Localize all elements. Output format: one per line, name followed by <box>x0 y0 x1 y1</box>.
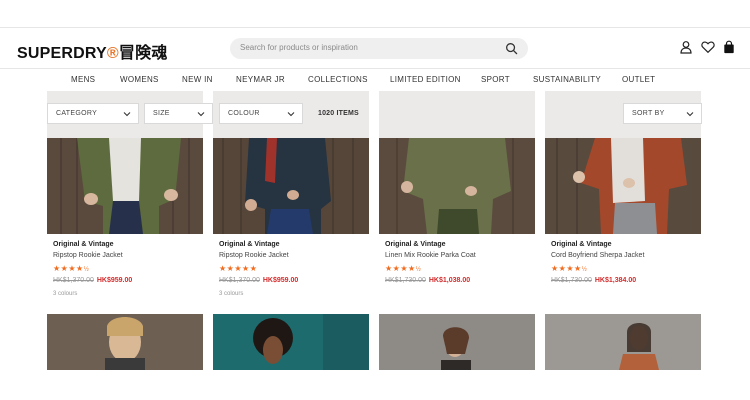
colour-count: 3 colours <box>53 291 78 297</box>
wishlist-heart-icon[interactable] <box>701 40 715 54</box>
chevron-down-icon <box>287 112 295 117</box>
nav-item-outlet[interactable]: OUTLET <box>622 75 655 84</box>
sort-by-dropdown[interactable]: SORT BY <box>623 103 702 124</box>
size-filter-dropdown[interactable]: SIZE <box>144 103 213 124</box>
product-image[interactable] <box>545 314 701 370</box>
site-header: SUPERDRY®冒険魂 Search for products or insp… <box>0 28 750 68</box>
original-price: HK$1,370.00 <box>53 277 94 284</box>
original-price: HK$1,730.00 <box>385 277 426 284</box>
search-input[interactable]: Search for products or inspiration <box>240 43 358 52</box>
product-price: HK$1,730.00 HK$1,038.00 <box>385 277 470 284</box>
sale-price: HK$959.00 <box>262 277 299 284</box>
main-navigation: MENS WOMENS NEW IN NEYMAR JR COLLECTIONS… <box>0 70 750 90</box>
nav-item-womens[interactable]: WOMENS <box>120 75 159 84</box>
product-name[interactable]: Linen Mix Rookie Parka Coat <box>385 252 476 259</box>
nav-item-sport[interactable]: SPORT <box>481 75 510 84</box>
colour-count: 3 colours <box>219 291 244 297</box>
product-brand: Original & Vintage <box>219 241 280 248</box>
product-price: HK$1,370.00 HK$959.00 <box>53 277 132 284</box>
logo-text: SUPERDRY <box>17 45 107 62</box>
nav-item-new-in[interactable]: NEW IN <box>182 75 213 84</box>
nav-divider <box>0 68 750 69</box>
product-brand: Original & Vintage <box>385 241 446 248</box>
category-filter-dropdown[interactable]: CATEGORY <box>47 103 139 124</box>
account-icon[interactable] <box>679 40 693 54</box>
nav-item-collections[interactable]: COLLECTIONS <box>308 75 368 84</box>
sale-price: HK$959.00 <box>96 277 133 284</box>
product-photo-illustration <box>379 314 535 370</box>
logo-registered-mark: ® <box>106 45 119 62</box>
chevron-down-icon <box>197 112 205 117</box>
original-price: HK$1,730.00 <box>551 277 592 284</box>
product-image[interactable] <box>213 314 369 370</box>
colour-filter-dropdown[interactable]: COLOUR <box>219 103 303 124</box>
product-name[interactable]: Cord Boyfriend Sherpa Jacket <box>551 252 644 259</box>
rating-stars: ★★★★½ <box>551 264 588 273</box>
sale-price: HK$1,384.00 <box>594 277 637 284</box>
sale-price: HK$1,038.00 <box>428 277 471 284</box>
original-price: HK$1,370.00 <box>219 277 260 284</box>
product-brand: Original & Vintage <box>53 241 114 248</box>
rating-stars: ★★★★★ <box>219 264 258 273</box>
product-photo-illustration <box>213 314 369 370</box>
nav-item-limited-edition[interactable]: LIMITED EDITION <box>390 75 461 84</box>
product-image[interactable] <box>379 314 535 370</box>
nav-item-sustainability[interactable]: SUSTAINABILITY <box>533 75 601 84</box>
product-photo-illustration <box>47 314 203 370</box>
product-image[interactable] <box>47 314 203 370</box>
chevron-down-icon <box>686 112 694 117</box>
product-name[interactable]: Ripstop Rookie Jacket <box>53 252 123 259</box>
product-price: HK$1,370.00 HK$959.00 <box>219 277 298 284</box>
product-name[interactable]: Ripstop Rookie Jacket <box>219 252 289 259</box>
product-grid: CATEGORY SIZE Original & Vintage Ripstop… <box>0 91 750 400</box>
product-brand: Original & Vintage <box>551 241 612 248</box>
rating-stars: ★★★★½ <box>385 264 422 273</box>
product-photo-illustration <box>545 314 701 370</box>
search-icon[interactable] <box>505 42 518 55</box>
items-count: 1020 ITEMS <box>318 110 359 117</box>
chevron-down-icon <box>123 112 131 117</box>
nav-item-neymar-jr[interactable]: NEYMAR JR <box>236 75 285 84</box>
rating-stars: ★★★★½ <box>53 264 90 273</box>
search-bar[interactable]: Search for products or inspiration <box>230 38 528 59</box>
nav-item-mens[interactable]: MENS <box>71 75 95 84</box>
product-price: HK$1,730.00 HK$1,384.00 <box>551 277 636 284</box>
logo-japanese-text: 冒険魂 <box>118 43 168 62</box>
product-image[interactable] <box>379 91 535 234</box>
shopping-bag-icon[interactable] <box>722 40 736 54</box>
superdry-logo[interactable]: SUPERDRY®冒険魂 <box>17 39 168 63</box>
